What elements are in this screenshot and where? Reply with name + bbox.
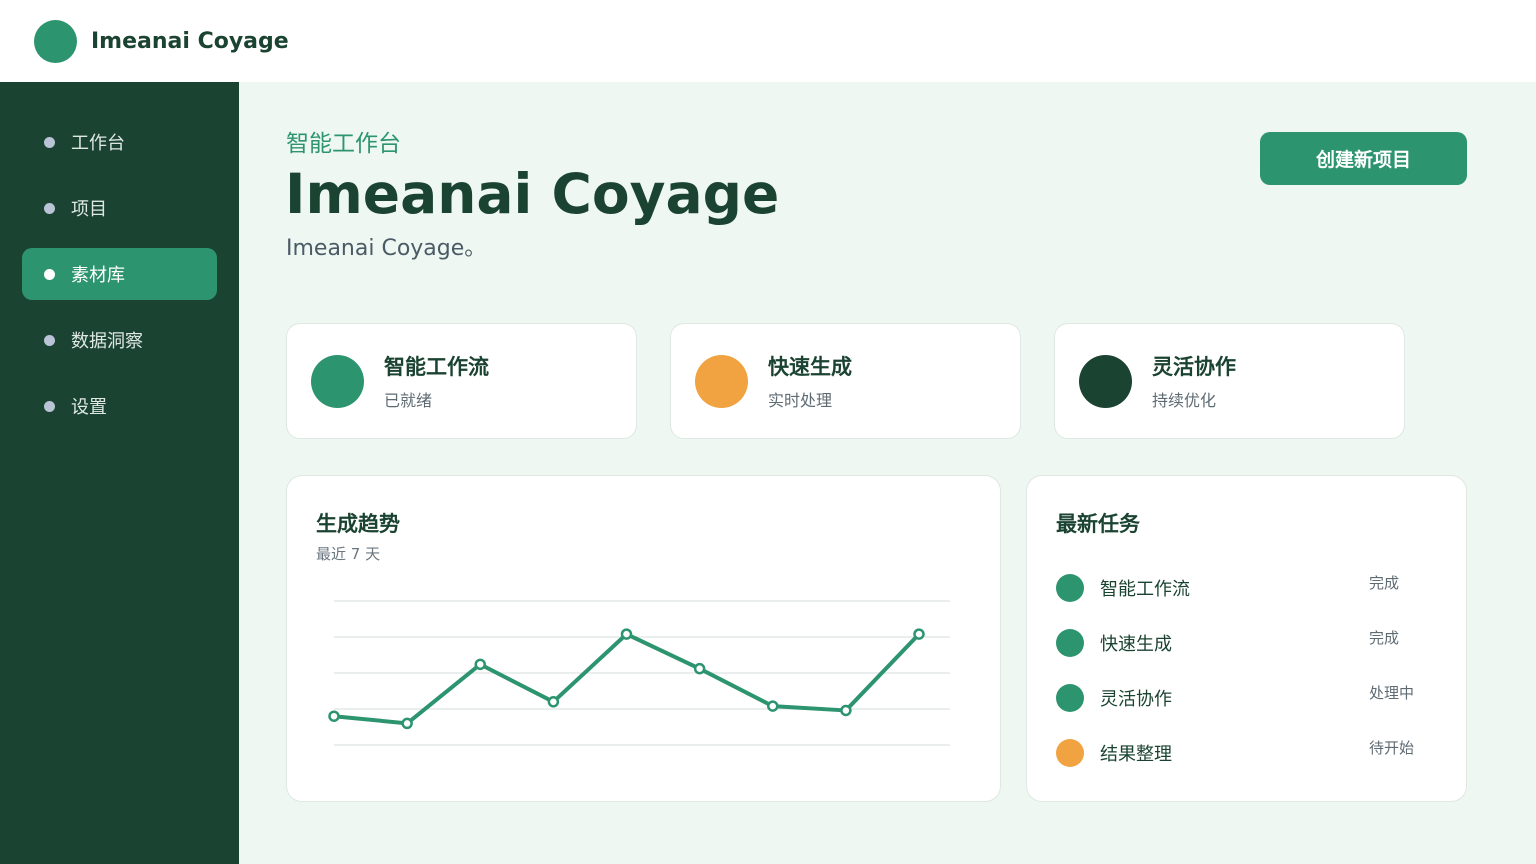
tasks-title: 最新任务 [1056,512,1140,536]
task-status-dot-icon [1056,738,1084,767]
task-status: 完成 [1369,574,1400,592]
main-content: 智能工作台 Imeanai Coyage Imeanai Coyage。 创建新… [239,82,1536,864]
sidebar-item-label: 工作台 [71,133,125,154]
data-point [547,696,560,708]
sidebar-item-label: 素材库 [71,265,125,286]
stat-subtitle: 持续优化 [1152,391,1217,410]
sidebar: 工作台 项目 素材库 数据洞察 设置 [0,82,239,864]
task-item[interactable]: 智能工作流 完成 [1056,560,1436,615]
stat-card-generation: 快速生成 实时处理 [670,323,1021,439]
task-name: 灵活协作 [1100,688,1172,710]
page-eyebrow: 智能工作台 [286,131,401,157]
bullet-icon [44,136,55,148]
sidebar-item-settings[interactable]: 设置 [22,380,217,432]
data-point [474,658,486,671]
task-status-dot-icon [1056,573,1084,602]
data-point [767,700,779,712]
task-status-dot-icon [1056,628,1084,657]
app-name: Imeanai Coyage [91,28,289,54]
status-dot-icon [695,354,748,408]
page-subtitle: Imeanai Coyage。 [286,236,487,261]
data-point [840,704,852,717]
bullet-icon [44,202,55,214]
sidebar-item-assets[interactable]: 素材库 [22,248,217,300]
task-name: 快速生成 [1100,633,1172,655]
sidebar-item-label: 设置 [71,397,107,418]
top-bar: Imeanai Coyage [0,0,1536,82]
data-point [620,628,633,640]
sidebar-item-projects[interactable]: 项目 [22,182,217,234]
status-dot-icon [311,354,364,408]
data-point [913,628,925,640]
task-item[interactable]: 结果整理 待开始 [1056,725,1436,780]
bullet-icon [44,268,55,280]
task-status: 完成 [1369,629,1400,647]
bullet-icon [44,400,55,412]
task-item[interactable]: 灵活协作 处理中 [1056,670,1436,725]
stat-title: 灵活协作 [1152,355,1236,379]
stat-subtitle: 实时处理 [768,391,833,410]
trend-panel: 生成趋势 最近 7 天 [286,475,1001,802]
trend-line-chart [328,600,950,746]
status-dot-icon [1079,354,1132,408]
task-status-dot-icon [1056,683,1084,712]
tasks-panel: 最新任务 智能工作流 完成 快速生成 完成 灵活协作 处理中 结果整理 待开始 [1026,475,1467,802]
task-item[interactable]: 快速生成 完成 [1056,615,1436,670]
sidebar-item-insights[interactable]: 数据洞察 [22,314,217,366]
stat-card-workflow: 智能工作流 已就绪 [286,323,637,439]
task-name: 结果整理 [1100,743,1172,765]
create-project-button[interactable]: 创建新项目 [1260,132,1467,185]
sidebar-item-label: 数据洞察 [71,331,143,352]
bullet-icon [44,334,55,346]
sidebar-item-label: 项目 [71,199,107,220]
data-point [328,710,340,722]
stat-card-collaboration: 灵活协作 持续优化 [1054,323,1405,439]
task-list: 智能工作流 完成 快速生成 完成 灵活协作 处理中 结果整理 待开始 [1056,560,1436,780]
data-point [693,662,706,675]
task-status: 处理中 [1369,684,1415,702]
task-status: 待开始 [1369,739,1415,757]
stat-subtitle: 已就绪 [384,391,433,410]
task-name: 智能工作流 [1100,578,1190,600]
stat-title: 智能工作流 [384,355,489,379]
logo-icon [34,19,77,63]
sidebar-item-workbench[interactable]: 工作台 [22,116,217,168]
stat-title: 快速生成 [768,355,852,379]
data-point [401,717,413,730]
page-title: Imeanai Coyage [285,162,780,226]
series-line [332,632,921,726]
